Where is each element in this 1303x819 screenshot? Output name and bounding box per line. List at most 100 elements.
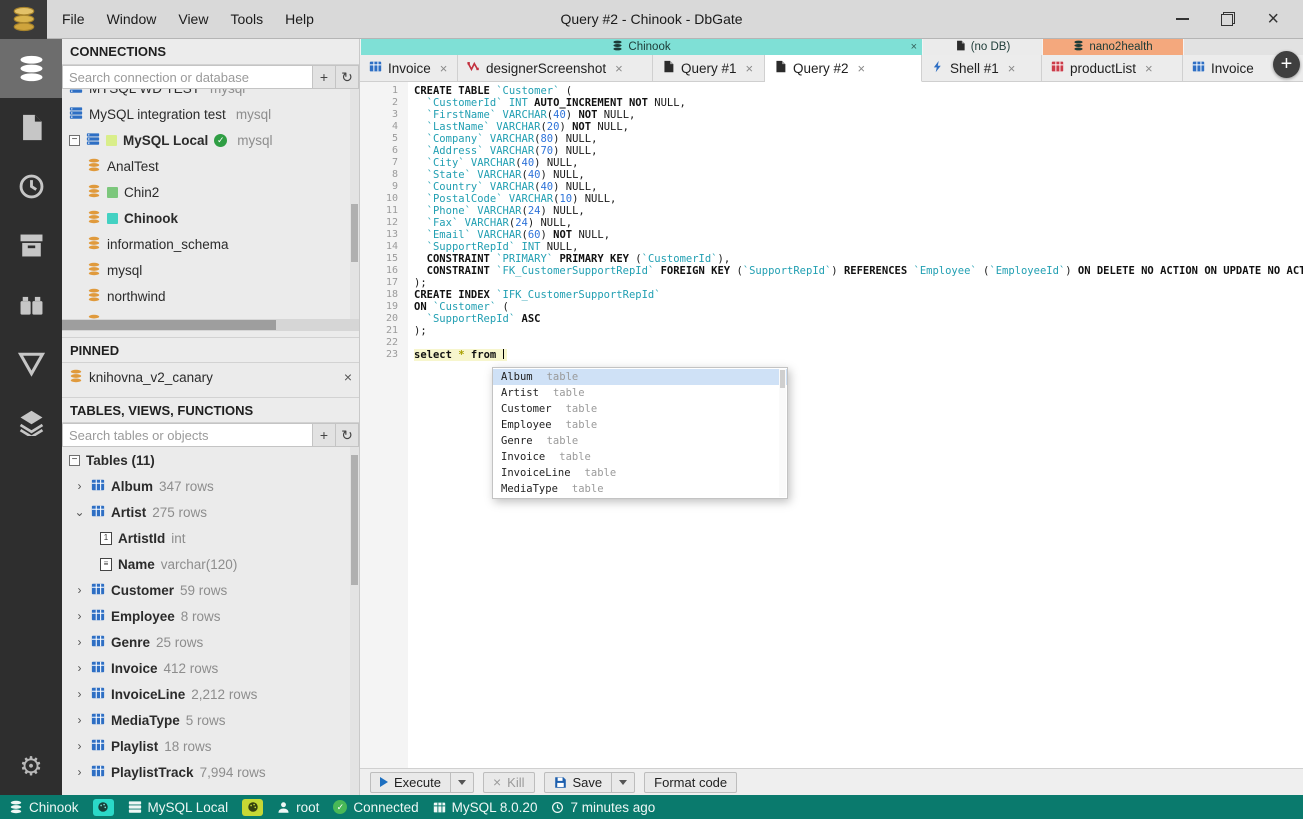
chevron-right-icon[interactable]: › bbox=[74, 661, 85, 675]
column-item-name[interactable]: ≡ Name varchar(120) bbox=[62, 551, 359, 577]
chevron-down-icon[interactable]: ⌄ bbox=[74, 505, 85, 519]
tables-vertical-scrollbar[interactable] bbox=[350, 447, 359, 795]
connection-item-chin2[interactable]: Chin2 bbox=[62, 179, 359, 205]
close-tab-icon[interactable]: × bbox=[858, 61, 866, 76]
connections-horizontal-scrollbar[interactable] bbox=[62, 319, 359, 331]
connection-item-chinook[interactable]: Chinook bbox=[62, 205, 359, 231]
table-item-invoiceline[interactable]: › InvoiceLine 2,212 rows bbox=[62, 681, 359, 707]
pinned-item-knihovna_v2_canary[interactable]: knihovna_v2_canary × bbox=[62, 363, 359, 391]
table-item-artist[interactable]: ⌄ Artist 275 rows bbox=[62, 499, 359, 525]
table-item-mediatype[interactable]: › MediaType 5 rows bbox=[62, 707, 359, 733]
restore-icon[interactable] bbox=[1221, 12, 1236, 26]
objects-search-input[interactable] bbox=[62, 423, 313, 447]
autocomplete-item-album[interactable]: Album table bbox=[493, 369, 787, 385]
refresh-connections-button[interactable]: ↻ bbox=[336, 65, 359, 89]
connections-search-input[interactable] bbox=[62, 65, 313, 89]
tab-invoice[interactable]: Invoice × bbox=[360, 55, 458, 81]
connection-item-mysql[interactable]: mysql bbox=[62, 257, 359, 283]
autocomplete-item-employee[interactable]: Employee table bbox=[493, 417, 787, 433]
autocomplete-scrollbar[interactable] bbox=[779, 369, 786, 497]
tab-group-header-nano2health[interactable]: nano2health bbox=[1042, 39, 1183, 55]
tab-group-header-Chinook[interactable]: Chinook × bbox=[360, 39, 922, 55]
chevron-right-icon[interactable]: › bbox=[74, 765, 85, 779]
autocomplete-item-mediatype[interactable]: MediaType table bbox=[493, 481, 787, 497]
connection-item-mysql-wd-test[interactable]: MYSQL WD TESTmysql bbox=[62, 89, 359, 101]
rail-layers-icon[interactable] bbox=[0, 393, 62, 452]
tab-shell-1[interactable]: Shell #1 × bbox=[922, 55, 1042, 81]
rail-archive-icon[interactable] bbox=[0, 216, 62, 275]
menu-item-file[interactable]: File bbox=[51, 1, 96, 38]
tab-productlist[interactable]: productList × bbox=[1042, 55, 1183, 81]
tables-group-row[interactable]: − Tables (11) bbox=[62, 447, 359, 473]
collapse-box-icon[interactable]: − bbox=[69, 454, 80, 466]
chevron-right-icon[interactable]: › bbox=[74, 479, 85, 493]
close-tab-icon[interactable]: × bbox=[440, 61, 448, 76]
table-item-album[interactable]: › Album 347 rows bbox=[62, 473, 359, 499]
rail-database-icon[interactable] bbox=[0, 39, 62, 98]
connection-item[interactable] bbox=[62, 309, 359, 319]
connection-item-northwind[interactable]: northwind bbox=[62, 283, 359, 309]
autocomplete-popup: Album table Artist table Customer table Employ… bbox=[492, 367, 788, 499]
table-item-customer[interactable]: › Customer 59 rows bbox=[62, 577, 359, 603]
chevron-right-icon[interactable]: › bbox=[74, 609, 85, 623]
close-tab-icon[interactable]: × bbox=[746, 61, 754, 76]
save-dropdown-button[interactable] bbox=[611, 772, 634, 792]
autocomplete-item-invoiceline[interactable]: InvoiceLine table bbox=[493, 465, 787, 481]
table-item-genre[interactable]: › Genre 25 rows bbox=[62, 629, 359, 655]
autocomplete-item-artist[interactable]: Artist table bbox=[493, 385, 787, 401]
save-button[interactable]: Save bbox=[545, 773, 612, 792]
autocomplete-item-genre[interactable]: Genre table bbox=[493, 433, 787, 449]
connection-item-analtest[interactable]: AnalTest bbox=[62, 153, 359, 179]
execute-dropdown-button[interactable] bbox=[449, 772, 473, 792]
color-chip bbox=[106, 134, 117, 146]
column-item-artistid[interactable]: 1 ArtistId int bbox=[62, 525, 359, 551]
connections-vertical-scrollbar[interactable] bbox=[350, 89, 359, 319]
connection-item-mysql-local[interactable]: − MySQL Local ✓ mysql bbox=[62, 127, 359, 153]
tab-designerscreenshot[interactable]: designerScreenshot × bbox=[458, 55, 653, 81]
rail-triangle-icon[interactable] bbox=[0, 334, 62, 393]
rail-plugins-icon[interactable] bbox=[0, 275, 62, 334]
statusbar-server: MySQL Local bbox=[128, 800, 228, 815]
tab-query-2[interactable]: Query #2 × bbox=[765, 55, 922, 82]
close-icon[interactable]: × bbox=[1267, 9, 1279, 29]
rail-history-icon[interactable] bbox=[0, 157, 62, 216]
menu-item-help[interactable]: Help bbox=[274, 1, 325, 38]
menu-item-window[interactable]: Window bbox=[96, 1, 168, 38]
menu-item-tools[interactable]: Tools bbox=[219, 1, 274, 38]
database-color-chip[interactable] bbox=[92, 798, 114, 816]
add-connection-button[interactable]: + bbox=[313, 65, 336, 89]
code-line-12: `Fax` VARCHAR(24) NULL, bbox=[426, 217, 573, 229]
autocomplete-item-customer[interactable]: Customer table bbox=[493, 401, 787, 417]
unpin-close-icon[interactable]: × bbox=[344, 369, 352, 385]
rail-settings-gear-icon[interactable]: ⚙ bbox=[0, 736, 62, 795]
close-tab-icon[interactable]: × bbox=[1008, 61, 1016, 76]
close-tab-icon[interactable]: × bbox=[615, 61, 623, 76]
chevron-right-icon[interactable]: › bbox=[74, 583, 85, 597]
autocomplete-item-invoice[interactable]: Invoice table bbox=[493, 449, 787, 465]
connection-item-information-schema[interactable]: information_schema bbox=[62, 231, 359, 257]
close-tab-icon[interactable]: × bbox=[1145, 61, 1153, 76]
refresh-objects-button[interactable]: ↻ bbox=[336, 423, 359, 447]
tab-group-header-(no DB)[interactable]: (no DB) bbox=[922, 39, 1042, 55]
format-code-button[interactable]: Format code bbox=[644, 771, 738, 793]
add-object-button[interactable]: + bbox=[313, 423, 336, 447]
close-group-icon[interactable]: × bbox=[911, 41, 917, 53]
collapse-box-icon[interactable]: − bbox=[69, 134, 80, 146]
minimize-icon[interactable] bbox=[1176, 18, 1190, 20]
new-tab-button[interactable]: + bbox=[1273, 51, 1300, 78]
server-color-chip[interactable] bbox=[242, 798, 264, 816]
chevron-right-icon[interactable]: › bbox=[74, 635, 85, 649]
chevron-right-icon[interactable]: › bbox=[74, 687, 85, 701]
table-item-playlist[interactable]: › Playlist 18 rows bbox=[62, 733, 359, 759]
connection-item-mysql-integration-test[interactable]: MySQL integration test mysql bbox=[62, 101, 359, 127]
table-item-invoice[interactable]: › Invoice 412 rows bbox=[62, 655, 359, 681]
rail-file-icon[interactable] bbox=[0, 98, 62, 157]
execute-button[interactable]: Execute bbox=[371, 773, 450, 792]
table-item-playlisttrack[interactable]: › PlaylistTrack 7,994 rows bbox=[62, 759, 359, 785]
menu-item-view[interactable]: View bbox=[167, 1, 219, 38]
chevron-right-icon[interactable]: › bbox=[74, 739, 85, 753]
table-item-employee[interactable]: › Employee 8 rows bbox=[62, 603, 359, 629]
tab-query-1[interactable]: Query #1 × bbox=[653, 55, 765, 81]
kill-button[interactable]: × Kill bbox=[482, 771, 535, 793]
chevron-right-icon[interactable]: › bbox=[74, 713, 85, 727]
